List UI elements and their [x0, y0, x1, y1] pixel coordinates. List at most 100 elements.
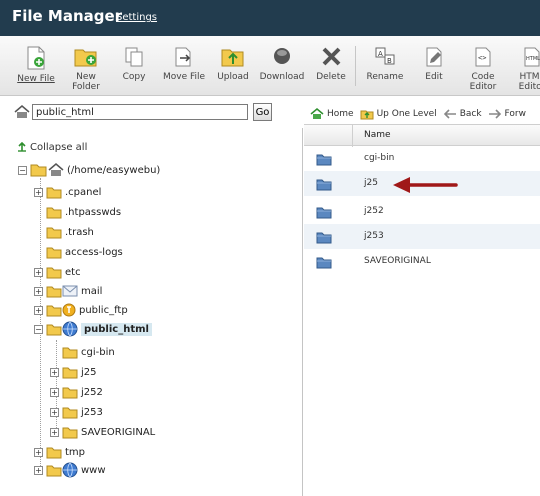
expand-toggle-icon[interactable]: +	[34, 286, 43, 296]
html-editor-label-2: Editor	[518, 82, 540, 92]
new-folder-button[interactable]: New Folder	[62, 46, 110, 92]
copy-button[interactable]: Copy	[110, 46, 158, 82]
folder-icon	[316, 257, 332, 269]
folder-icon	[46, 305, 62, 316]
list-row-j252[interactable]: j252	[304, 199, 540, 224]
list-row-name: cgi-bin	[364, 153, 395, 163]
collapse-all-icon	[18, 142, 26, 152]
expand-toggle-icon[interactable]: +	[50, 367, 59, 377]
new-folder-label-2: Folder	[72, 82, 100, 92]
tree-item-access-logs[interactable]: access-logs	[46, 244, 123, 260]
toolbar-separator	[355, 46, 356, 86]
copy-icon	[125, 47, 143, 67]
rename-icon: AB	[375, 47, 395, 65]
folder-icon	[46, 465, 62, 476]
tree-item-j253[interactable]: + j253	[50, 404, 103, 420]
folder-icon	[316, 179, 332, 191]
download-button[interactable]: Download	[258, 46, 306, 82]
folder-icon	[46, 267, 62, 278]
tree-item-cpanel[interactable]: + .cpanel	[34, 184, 101, 200]
main-toolbar: New File New Folder Copy Move File Uploa…	[0, 36, 540, 96]
tree-item-public-ftp[interactable]: + public_ftp	[34, 302, 128, 318]
folder-icon	[46, 207, 62, 218]
collapse-toggle-icon[interactable]: −	[34, 324, 43, 334]
mail-icon	[62, 285, 78, 297]
tree-root-label: (/home/easywebu)	[67, 164, 161, 176]
tree-item-public-html[interactable]: − public_html	[34, 321, 152, 337]
list-row-saveoriginal[interactable]: SAVEORIGINAL	[304, 249, 540, 274]
rename-button[interactable]: AB Rename	[361, 46, 409, 82]
tree-item-htpasswds[interactable]: .htpasswds	[46, 204, 121, 220]
list-row-name: j253	[364, 231, 384, 241]
up-one-level-label: Up One Level	[376, 109, 437, 119]
tree-item-label: etc	[65, 266, 81, 278]
path-input[interactable]	[32, 104, 248, 120]
tree-item-j25[interactable]: + j25	[50, 364, 97, 380]
upload-icon	[221, 49, 244, 67]
settings-link[interactable]: Settings	[116, 12, 157, 23]
code-editor-button[interactable]: <> Code Editor	[459, 46, 507, 92]
expand-toggle-icon[interactable]: +	[50, 407, 59, 417]
folder-icon	[62, 367, 78, 378]
code-editor-label-1: Code	[471, 72, 495, 82]
edit-icon	[426, 47, 442, 67]
expand-toggle-icon[interactable]: +	[34, 187, 43, 197]
tree-item-etc[interactable]: + etc	[34, 264, 81, 280]
tree-item-label: public_ftp	[79, 304, 128, 316]
tree-item-mail[interactable]: + mail	[34, 283, 102, 299]
expand-toggle-icon[interactable]: +	[34, 465, 43, 475]
svg-text:<>: <>	[478, 54, 486, 62]
list-row-cgi-bin[interactable]: cgi-bin	[304, 146, 540, 171]
tree-item-label: cgi-bin	[81, 346, 115, 358]
expand-toggle-icon[interactable]: +	[50, 387, 59, 397]
expand-toggle-icon[interactable]: +	[34, 305, 43, 315]
expand-toggle-icon[interactable]: +	[50, 427, 59, 437]
tree-item-label: www	[81, 464, 106, 476]
tree-item-saveoriginal[interactable]: + SAVEORIGINAL	[50, 424, 155, 440]
expand-toggle-icon[interactable]: +	[34, 267, 43, 277]
back-button-label: Back	[459, 109, 482, 119]
html-editor-button[interactable]: HTML HTML Editor	[508, 46, 540, 92]
tree-item-label: .htpasswds	[65, 206, 122, 218]
tree-root[interactable]: − (/home/easywebu)	[18, 162, 160, 178]
tree-item-label: .cpanel	[65, 186, 102, 198]
new-file-label: New File	[17, 74, 55, 84]
app-title: File Manager	[12, 7, 123, 25]
new-file-button[interactable]: New File	[12, 46, 60, 84]
expand-toggle-icon[interactable]: +	[34, 447, 43, 457]
folder-icon	[46, 286, 62, 297]
path-bar: Go	[0, 98, 303, 128]
open-folder-icon	[46, 324, 62, 335]
tree-item-cgi-bin[interactable]: cgi-bin	[62, 344, 115, 360]
folder-icon	[46, 187, 62, 198]
html-editor-icon: HTML	[524, 47, 540, 67]
forward-button[interactable]: Forw	[488, 109, 526, 119]
folder-tree: Collapse all − (/home/easywebu) + .cpane…	[0, 128, 303, 496]
tree-item-j252[interactable]: + j252	[50, 384, 103, 400]
folder-icon	[62, 407, 78, 418]
collapse-toggle-icon[interactable]: −	[18, 165, 27, 175]
list-row-j253[interactable]: j253	[304, 224, 540, 249]
upload-button[interactable]: Upload	[209, 46, 257, 82]
open-folder-icon	[30, 164, 47, 177]
back-button[interactable]: Back	[443, 109, 482, 119]
tree-item-label: SAVEORIGINAL	[81, 426, 156, 438]
home-button[interactable]: Home	[310, 108, 354, 120]
forward-button-label: Forw	[504, 109, 526, 119]
new-folder-label-1: New	[76, 72, 96, 82]
tree-item-trash[interactable]: .trash	[46, 224, 94, 240]
up-level-icon	[360, 110, 374, 120]
go-button[interactable]: Go	[253, 103, 272, 121]
folder-icon	[316, 207, 332, 219]
edit-button[interactable]: Edit	[410, 46, 458, 82]
tree-item-tmp[interactable]: + tmp	[34, 444, 85, 460]
delete-label: Delete	[316, 72, 346, 82]
move-file-button[interactable]: Move File	[160, 46, 208, 82]
name-column-header[interactable]: Name	[364, 130, 391, 140]
collapse-all-link[interactable]: Collapse all	[30, 142, 87, 153]
delete-button[interactable]: Delete	[307, 46, 355, 82]
upload-label: Upload	[217, 72, 249, 82]
tree-item-www[interactable]: + www	[34, 462, 106, 478]
home-icon	[48, 163, 64, 176]
up-one-level-button[interactable]: Up One Level	[360, 108, 437, 120]
